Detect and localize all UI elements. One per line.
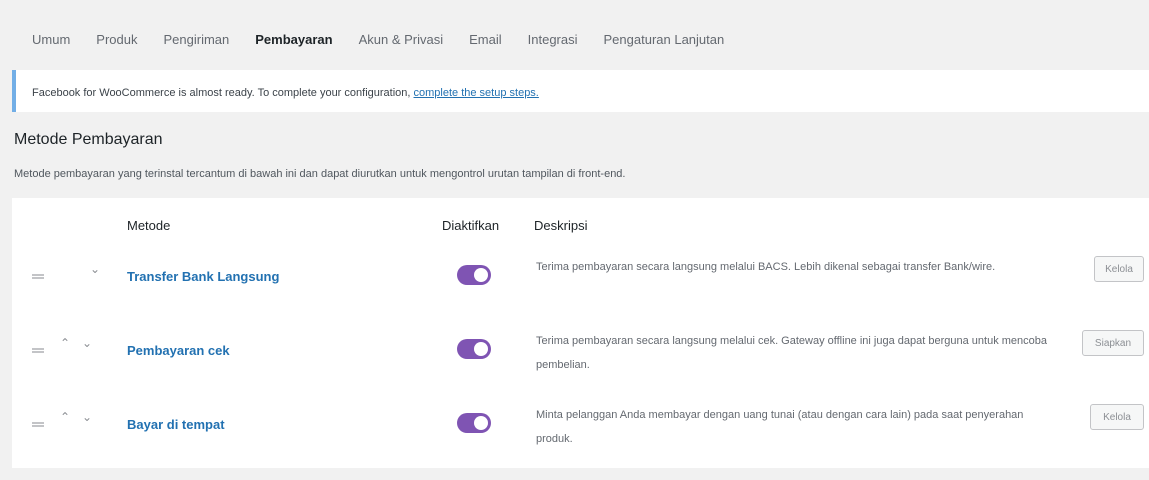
toggle-knob [474, 416, 488, 430]
chevron-down-icon[interactable]: ⌄ [82, 336, 92, 350]
drag-handle-icon[interactable] [32, 348, 44, 350]
tab-integrasi[interactable]: Integrasi [528, 32, 578, 47]
tab-umum[interactable]: Umum [32, 32, 70, 47]
setup-button[interactable]: Siapkan [1082, 330, 1144, 356]
method-name-link[interactable]: Bayar di tempat [127, 417, 225, 432]
tab-akun-privasi[interactable]: Akun & Privasi [359, 32, 444, 47]
chevron-up-icon[interactable]: ⌃ [60, 336, 70, 350]
column-header-method: Metode [127, 218, 171, 233]
enable-toggle[interactable] [457, 339, 491, 359]
settings-tabs: Umum Produk Pengiriman Pembayaran Akun &… [32, 32, 750, 47]
drag-handle-icon[interactable] [32, 422, 44, 424]
tab-pengaturan-lanjutan[interactable]: Pengaturan Lanjutan [604, 32, 725, 47]
payment-methods-table: Metode Diaktifkan Deskripsi ⌄ Transfer B… [12, 198, 1149, 468]
setup-steps-link[interactable]: complete the setup steps. [414, 87, 539, 99]
manage-button[interactable]: Kelola [1094, 256, 1144, 282]
method-name-link[interactable]: Pembayaran cek [127, 343, 230, 358]
method-description: Terima pembayaran secara langsung melalu… [536, 261, 996, 273]
toggle-knob [474, 268, 488, 282]
method-description: Terima pembayaran secara langsung melalu… [536, 335, 1047, 371]
tab-pembayaran[interactable]: Pembayaran [255, 32, 332, 47]
method-description: Minta pelanggan Anda membayar dengan uan… [536, 409, 1024, 445]
table-row: ⌄ Transfer Bank Langsung Terima pembayar… [12, 256, 1149, 332]
notice-text: Facebook for WooCommerce is almost ready… [32, 87, 411, 99]
tab-produk[interactable]: Produk [96, 32, 137, 47]
toggle-knob [474, 342, 488, 356]
enable-toggle[interactable] [457, 413, 491, 433]
setup-notice: Facebook for WooCommerce is almost ready… [12, 70, 1149, 112]
enable-toggle[interactable] [457, 265, 491, 285]
tab-email[interactable]: Email [469, 32, 502, 47]
section-description: Metode pembayaran yang terinstal tercant… [14, 168, 626, 180]
drag-handle-icon[interactable] [32, 274, 44, 276]
column-header-description: Deskripsi [534, 218, 588, 233]
column-header-enabled: Diaktifkan [442, 218, 500, 233]
chevron-down-icon[interactable]: ⌄ [90, 262, 100, 276]
table-row: ⌃ ⌄ Pembayaran cek Terima pembayaran sec… [12, 330, 1149, 406]
manage-button[interactable]: Kelola [1090, 404, 1144, 430]
tab-pengiriman[interactable]: Pengiriman [163, 32, 229, 47]
method-name-link[interactable]: Transfer Bank Langsung [127, 269, 279, 284]
chevron-down-icon[interactable]: ⌄ [82, 410, 92, 424]
table-row: ⌃ ⌄ Bayar di tempat Minta pelanggan Anda… [12, 404, 1149, 480]
chevron-up-icon[interactable]: ⌃ [60, 410, 70, 424]
page-title: Metode Pembayaran [14, 131, 163, 148]
